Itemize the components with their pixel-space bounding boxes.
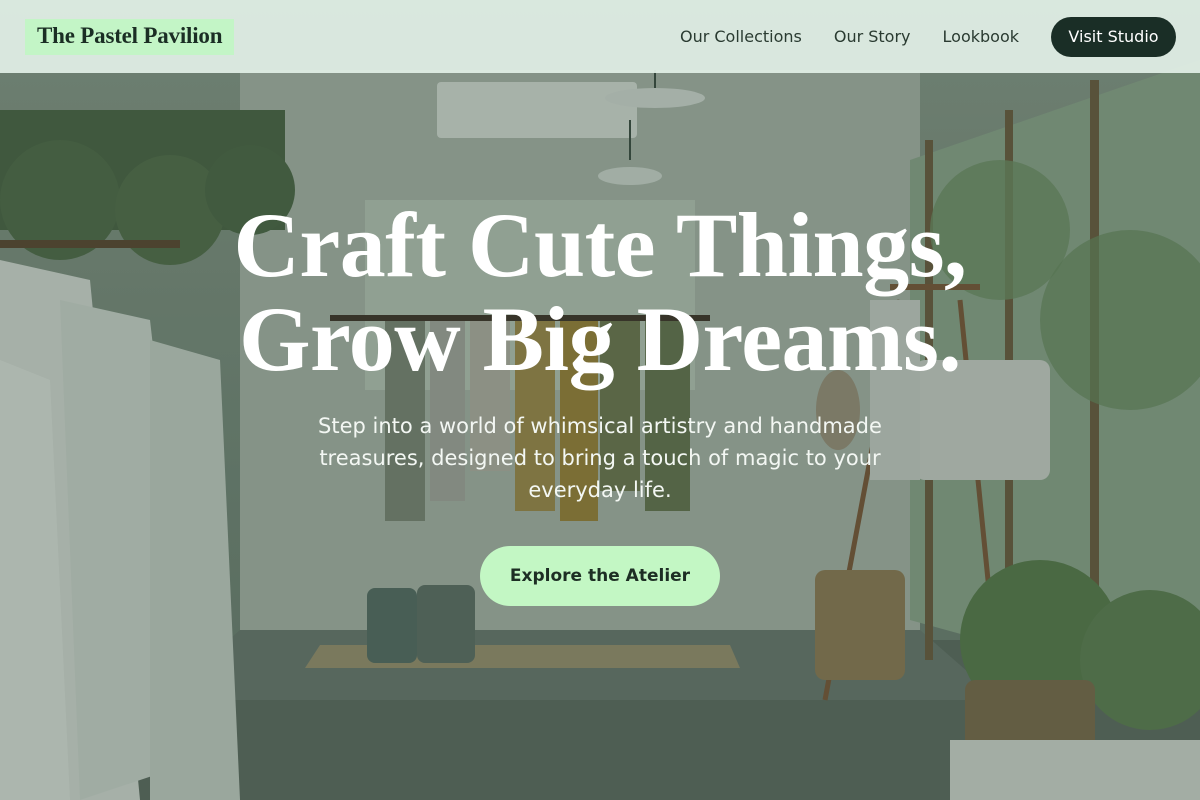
site-header: The Pastel Pavilion Our Collections Our … (0, 0, 1200, 73)
main-nav: Our Collections Our Story Lookbook Visit… (680, 16, 1176, 57)
nav-link-lookbook[interactable]: Lookbook (943, 27, 1019, 46)
hero-title-line-2: Grow Big Dreams. (239, 288, 961, 390)
hero-subtitle: Step into a world of whimsical artistry … (318, 414, 882, 502)
nav-link-our-collections[interactable]: Our Collections (680, 27, 802, 46)
visit-studio-button[interactable]: Visit Studio (1051, 16, 1176, 57)
hero-tint-overlay (0, 0, 1200, 800)
hero-title-line-1: Craft Cute Things, (233, 194, 967, 296)
hero-background (0, 0, 1200, 800)
brand-logo[interactable]: The Pastel Pavilion (25, 18, 235, 55)
explore-atelier-button[interactable]: Explore the Atelier (480, 546, 720, 606)
nav-link-our-story[interactable]: Our Story (834, 27, 911, 46)
hero-title: Craft Cute Things, Grow Big Dreams. (0, 198, 1200, 386)
